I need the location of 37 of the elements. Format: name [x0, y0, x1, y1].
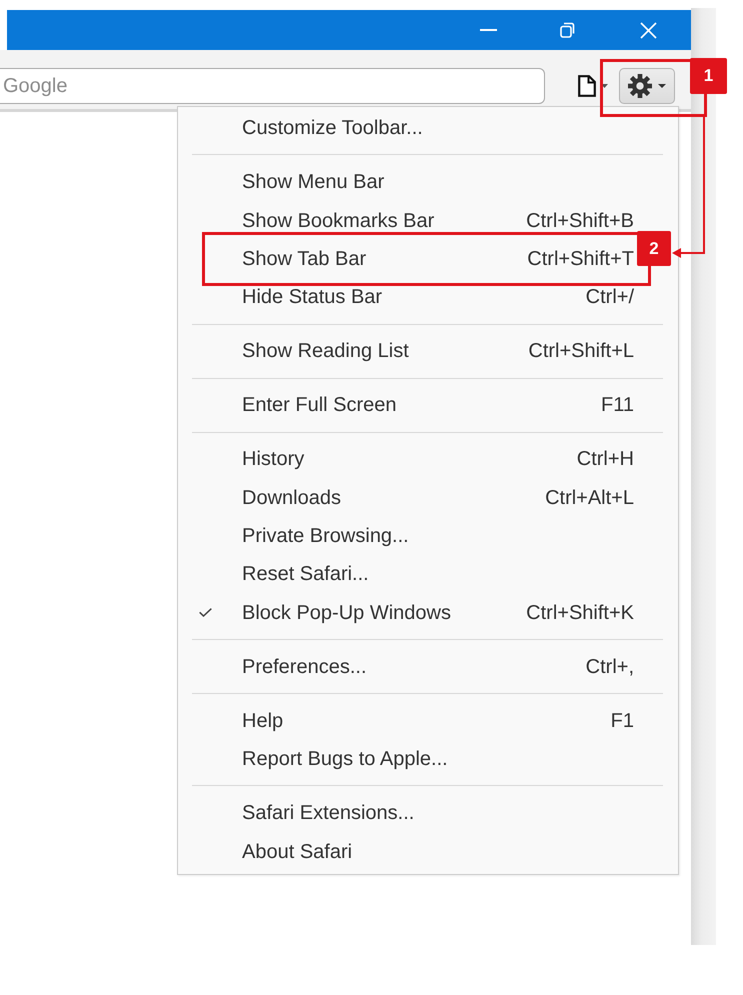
- menu-item[interactable]: Hide Status Bar: [242, 287, 382, 308]
- shortcut-text: F1: [610, 710, 634, 731]
- restore-icon[interactable]: [560, 22, 575, 38]
- menu-item[interactable]: About Safari: [242, 842, 352, 862]
- menu-item[interactable]: Show Menu Bar: [242, 172, 384, 192]
- shortcut-text: Ctrl+Alt+L: [545, 488, 634, 508]
- document-icon[interactable]: [578, 75, 596, 97]
- menu-item[interactable]: Show Reading List: [242, 341, 409, 362]
- menu-item[interactable]: Preferences...: [242, 656, 367, 677]
- shortcut-text: Ctrl+H: [576, 449, 634, 470]
- caret-icon[interactable]: [601, 84, 608, 88]
- menu-item[interactable]: Private Browsing...: [242, 526, 409, 546]
- shortcut-text: Ctrl+,: [586, 656, 634, 677]
- menu-item[interactable]: Safari Extensions...: [242, 803, 414, 824]
- search-field[interactable]: Google: [0, 68, 545, 104]
- shortcut-text: Ctrl+Shift+L: [528, 341, 634, 362]
- shortcut-text: F11: [601, 395, 634, 416]
- shortcut-text: Ctrl+/: [586, 287, 634, 308]
- menu-item[interactable]: Show Tab Bar: [242, 248, 366, 269]
- menu-item[interactable]: Downloads: [242, 488, 341, 508]
- caret-icon: [658, 84, 666, 88]
- shortcut-text: Ctrl+Shift+K: [526, 602, 634, 623]
- gear-icon: [628, 74, 652, 98]
- step-marker: 2: [637, 231, 671, 266]
- menu-item[interactable]: Customize Toolbar...: [242, 118, 423, 138]
- menu-item[interactable]: Show Bookmarks Bar: [242, 210, 434, 231]
- menu-item[interactable]: Reset Safari...: [242, 564, 369, 584]
- shortcut-text: Ctrl+Shift+T: [527, 248, 634, 269]
- menu-item[interactable]: Help: [242, 710, 284, 731]
- menu-item[interactable]: Report Bugs to Apple...: [242, 749, 448, 770]
- step-marker: 1: [690, 58, 727, 94]
- menu-item[interactable]: Block Pop-Up Windows: [242, 602, 451, 623]
- shortcut-text: Ctrl+Shift+B: [526, 210, 634, 231]
- menu-item[interactable]: Enter Full Screen: [242, 395, 397, 416]
- menu-item[interactable]: History: [242, 449, 304, 470]
- settings-button[interactable]: [619, 68, 675, 104]
- close-icon[interactable]: [640, 22, 657, 38]
